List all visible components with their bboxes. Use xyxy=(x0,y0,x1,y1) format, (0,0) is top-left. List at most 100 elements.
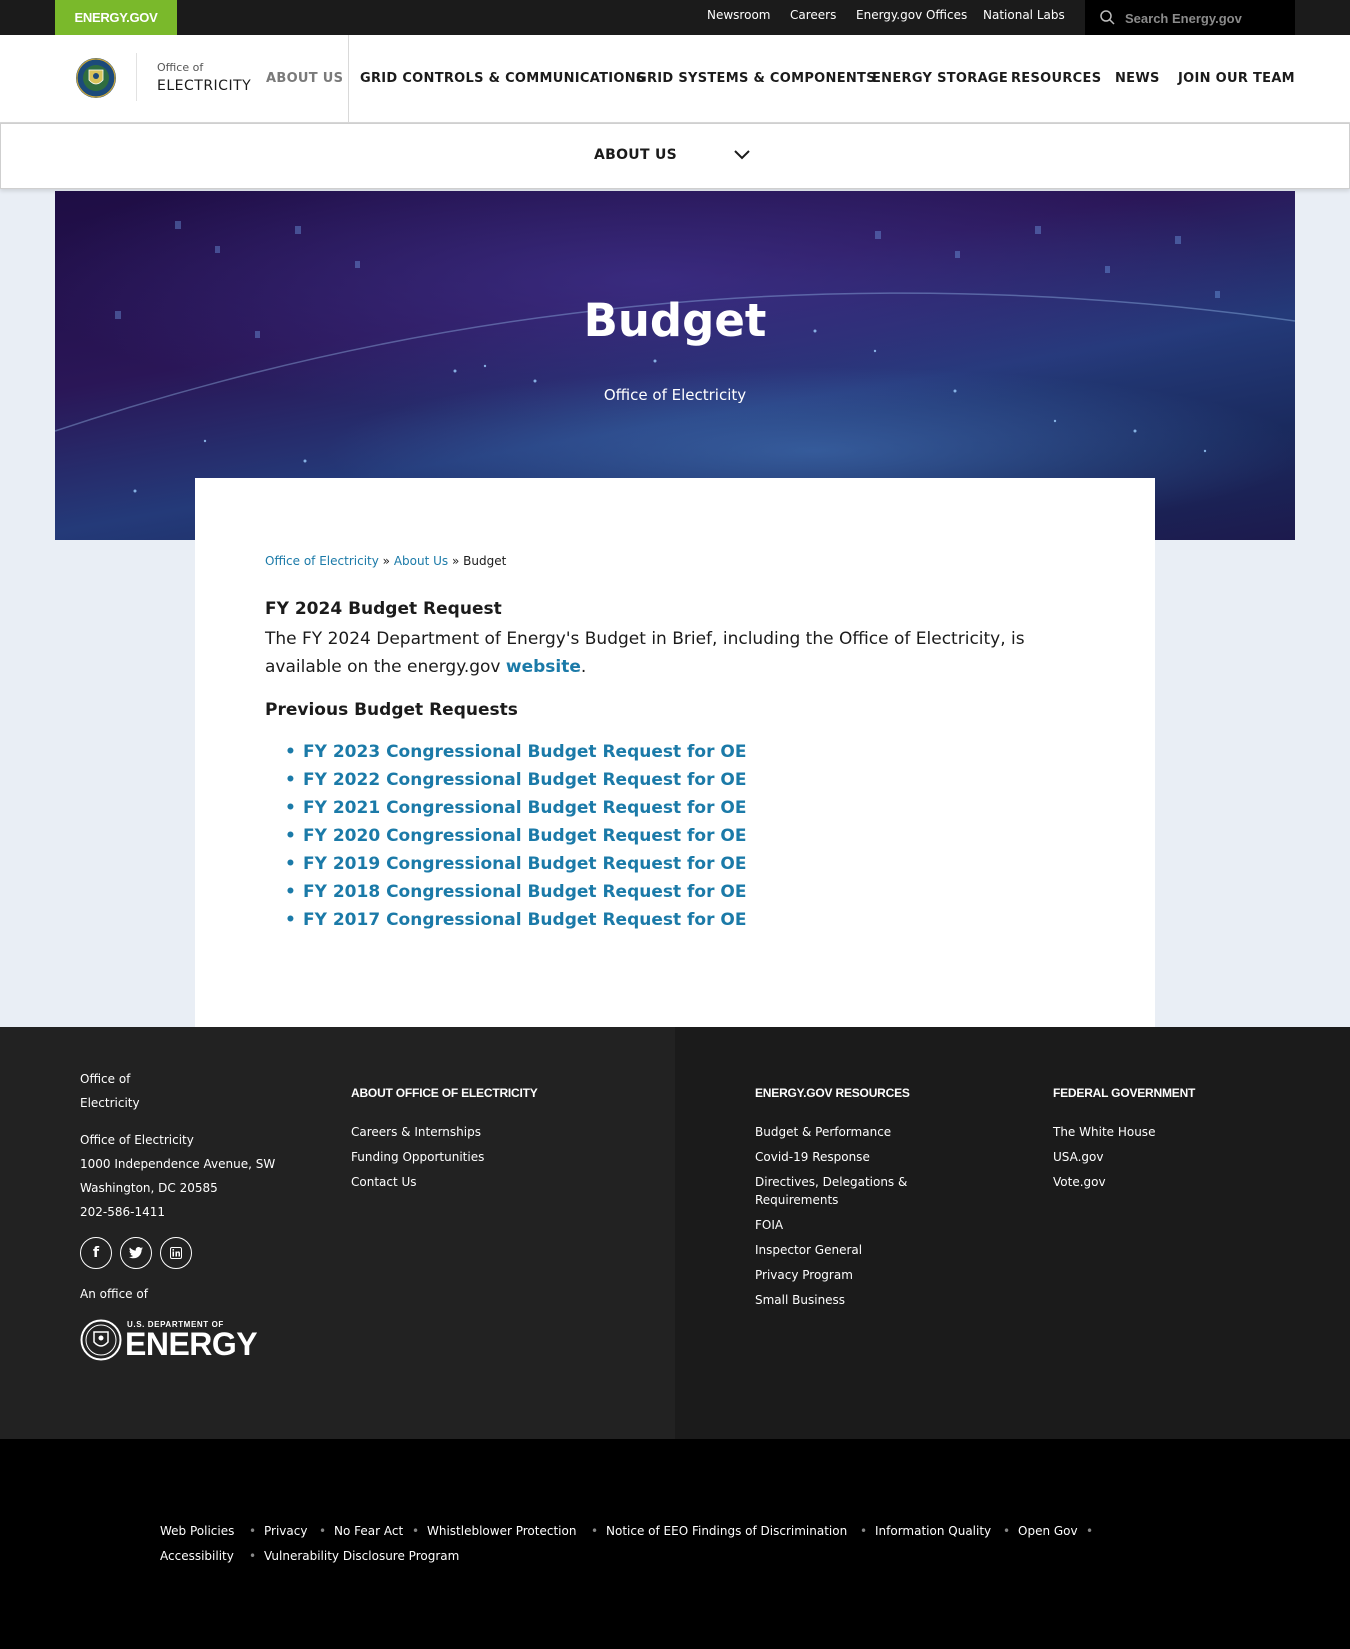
legal-link-eeo-findings[interactable]: Notice of EEO Findings of Discrimination xyxy=(606,1524,847,1538)
footer-link-small-business[interactable]: Small Business xyxy=(755,1293,845,1307)
legal-separator: • xyxy=(319,1524,327,1538)
footer-link-contact[interactable]: Contact Us xyxy=(351,1175,417,1189)
logo-divider xyxy=(136,53,137,101)
footer-link-funding[interactable]: Funding Opportunities xyxy=(351,1150,484,1164)
legal-link-accessibility[interactable]: Accessibility xyxy=(160,1549,234,1563)
facebook-icon[interactable]: f xyxy=(80,1237,112,1269)
legal-link-whistleblower[interactable]: Whistleblower Protection xyxy=(427,1524,576,1538)
nav-grid-controls[interactable]: GRID CONTROLS & COMMUNICATIONS xyxy=(360,71,646,86)
legal-link-web-policies[interactable]: Web Policies xyxy=(160,1524,234,1538)
footer-address-line: Office of Electricity xyxy=(80,1133,194,1147)
paragraph-end: . xyxy=(580,657,587,677)
doe-seal-icon[interactable] xyxy=(75,57,117,99)
search-box xyxy=(1085,0,1295,35)
legal-separator: • xyxy=(1003,1524,1011,1538)
budget-link-fy2023[interactable]: FY 2023 Congressional Budget Request for… xyxy=(303,742,746,762)
legal-link-privacy[interactable]: Privacy xyxy=(264,1524,307,1538)
about-us-dropdown[interactable]: ABOUT US xyxy=(0,123,1350,189)
footer-left-panel xyxy=(0,1027,675,1439)
nav-news[interactable]: NEWS xyxy=(1115,71,1160,86)
legal-link-open-gov[interactable]: Open Gov xyxy=(1018,1524,1078,1538)
footer-about-heading[interactable]: ABOUT OFFICE OF ELECTRICITY xyxy=(351,1086,538,1100)
list-item: • FY 2018 Congressional Budget Request fo… xyxy=(285,882,746,910)
footer-office-name-line2[interactable]: Electricity xyxy=(80,1096,140,1110)
website-link[interactable]: website xyxy=(506,657,581,677)
footer-resources-heading: ENERGY.GOV RESOURCES xyxy=(755,1086,910,1100)
logo-text-big[interactable]: ELECTRICITY xyxy=(157,78,251,94)
list-item: • FY 2019 Congressional Budget Request fo… xyxy=(285,854,746,882)
nav-grid-systems[interactable]: GRID SYSTEMS & COMPONENTS xyxy=(636,71,876,86)
footer-link-usa-gov[interactable]: USA.gov xyxy=(1053,1150,1104,1164)
an-office-of-label: An office of xyxy=(80,1287,148,1301)
footer-link-vote-gov[interactable]: Vote.gov xyxy=(1053,1175,1106,1189)
page-title: Budget xyxy=(583,294,767,347)
breadcrumb-current: Budget xyxy=(463,554,507,568)
budget-link-fy2017[interactable]: FY 2017 Congressional Budget Request for… xyxy=(303,910,746,930)
footer-link-budget[interactable]: Budget & Performance xyxy=(755,1125,891,1139)
budget-link-fy2019[interactable]: FY 2019 Congressional Budget Request for… xyxy=(303,854,746,874)
footer-phone: 202-586-1411 xyxy=(80,1205,166,1219)
footer-link-directives-cont[interactable]: Requirements xyxy=(755,1193,838,1207)
energy-gov-brand-link[interactable]: ENERGY.GOV xyxy=(55,0,177,35)
breadcrumb-separator: » xyxy=(382,554,391,568)
legal-separator: • xyxy=(591,1524,599,1538)
logo-text-small[interactable]: Office of xyxy=(157,61,203,74)
about-us-dropdown-label[interactable]: ABOUT US xyxy=(594,147,677,163)
list-item: • FY 2021 Congressional Budget Request fo… xyxy=(285,798,746,826)
linkedin-icon[interactable] xyxy=(160,1237,192,1269)
fy2024-paragraph: The FY 2024 Department of Energy's Budge… xyxy=(265,625,1095,681)
utility-bar: ENERGY.GOV Newsroom Careers Energy.gov O… xyxy=(0,0,1350,35)
nav-about-us[interactable]: ABOUT US xyxy=(266,71,343,86)
budget-request-list: • FY 2023 Congressional Budget Request fo… xyxy=(285,742,746,938)
chevron-down-icon[interactable] xyxy=(734,150,750,160)
footer-link-directives[interactable]: Directives, Delegations & xyxy=(755,1175,907,1189)
nav-divider xyxy=(348,35,349,123)
nav-resources[interactable]: RESOURCES xyxy=(1011,71,1101,86)
search-input[interactable] xyxy=(1125,7,1285,29)
breadcrumb-about-link[interactable]: About Us xyxy=(394,554,448,568)
bottom-legal-bar xyxy=(0,1439,1350,1649)
footer-office-name-line1[interactable]: Office of xyxy=(80,1072,130,1086)
bullet-icon: • xyxy=(285,910,296,930)
list-item: • FY 2020 Congressional Budget Request fo… xyxy=(285,826,746,854)
utility-link-newsroom[interactable]: Newsroom xyxy=(707,8,770,22)
fy2024-text: The FY 2024 Department of Energy's Budge… xyxy=(265,629,1025,677)
content-card: Office of Electricity » About Us » Budge… xyxy=(195,478,1155,1028)
budget-link-fy2018[interactable]: FY 2018 Congressional Budget Request for… xyxy=(303,882,746,902)
section-heading-previous: Previous Budget Requests xyxy=(265,700,518,720)
legal-separator: • xyxy=(860,1524,868,1538)
legal-separator: • xyxy=(412,1524,420,1538)
twitter-icon[interactable] xyxy=(120,1237,152,1269)
legal-separator: • xyxy=(249,1549,257,1563)
footer-link-privacy-program[interactable]: Privacy Program xyxy=(755,1268,853,1282)
section-heading-fy2024: FY 2024 Budget Request xyxy=(265,599,502,619)
nav-join-our-team[interactable]: JOIN OUR TEAM xyxy=(1178,71,1295,86)
footer-address-line: 1000 Independence Avenue, SW xyxy=(80,1157,276,1171)
budget-link-fy2021[interactable]: FY 2021 Congressional Budget Request for… xyxy=(303,798,746,818)
utility-link-labs[interactable]: National Labs xyxy=(983,8,1065,22)
breadcrumb-home-link[interactable]: Office of Electricity xyxy=(265,554,379,568)
utility-link-careers[interactable]: Careers xyxy=(790,8,836,22)
search-icon[interactable] xyxy=(1100,10,1115,25)
list-item: • FY 2023 Congressional Budget Request fo… xyxy=(285,742,746,770)
footer-link-inspector-general[interactable]: Inspector General xyxy=(755,1243,862,1257)
footer-federal-heading: FEDERAL GOVERNMENT xyxy=(1053,1086,1196,1100)
list-item: • FY 2017 Congressional Budget Request fo… xyxy=(285,910,746,938)
bullet-icon: • xyxy=(285,770,296,790)
footer-link-white-house[interactable]: The White House xyxy=(1053,1125,1155,1139)
legal-link-no-fear-act[interactable]: No Fear Act xyxy=(334,1524,403,1538)
doe-logo-big-text: ENERGY xyxy=(125,1326,258,1362)
footer-link-foia[interactable]: FOIA xyxy=(755,1218,783,1232)
budget-link-fy2020[interactable]: FY 2020 Congressional Budget Request for… xyxy=(303,826,746,846)
legal-link-vulnerability-disclosure[interactable]: Vulnerability Disclosure Program xyxy=(264,1549,459,1563)
legal-separator: • xyxy=(249,1524,257,1538)
budget-link-fy2022[interactable]: FY 2022 Congressional Budget Request for… xyxy=(303,770,746,790)
list-item: • FY 2022 Congressional Budget Request fo… xyxy=(285,770,746,798)
bullet-icon: • xyxy=(285,742,296,762)
footer-link-covid[interactable]: Covid-19 Response xyxy=(755,1150,870,1164)
doe-logo[interactable]: U.S. DEPARTMENT OF ENERGY xyxy=(80,1318,258,1362)
legal-link-information-quality[interactable]: Information Quality xyxy=(875,1524,991,1538)
footer-link-careers[interactable]: Careers & Internships xyxy=(351,1125,481,1139)
utility-link-offices[interactable]: Energy.gov Offices xyxy=(856,8,967,22)
nav-energy-storage[interactable]: ENERGY STORAGE xyxy=(872,71,1008,86)
